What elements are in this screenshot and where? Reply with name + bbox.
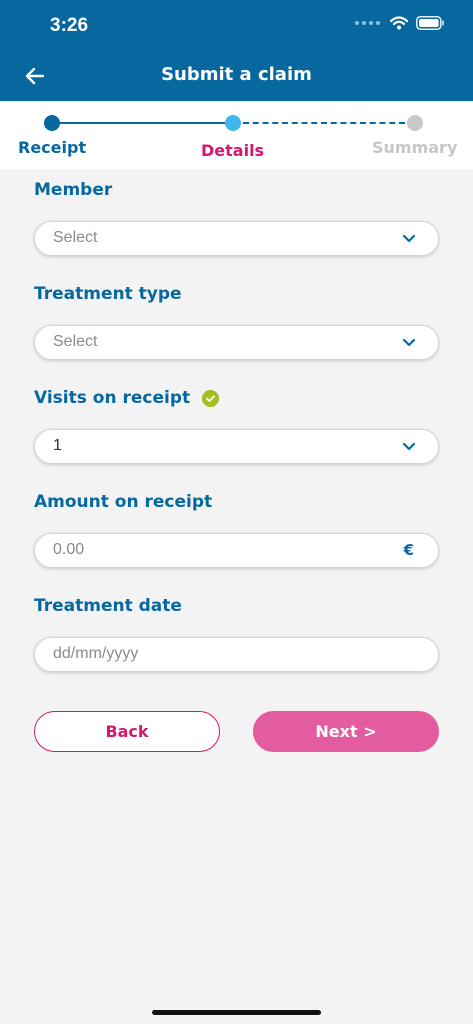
treatment-type-select[interactable]: Select [34,325,439,360]
app-header: 3:26 Submit a claim [0,0,473,101]
next-button[interactable]: Next > [253,711,439,752]
home-indicator[interactable] [152,1010,321,1015]
status-icons [355,16,445,30]
visits-label: Visits on receipt [34,388,191,408]
back-button[interactable]: Back [34,711,220,752]
status-time: 3:26 [50,15,89,36]
step-dot-details [225,115,241,131]
battery-icon [416,16,444,30]
amount-label: Amount on receipt [34,492,213,512]
page-title: Submit a claim [161,64,312,85]
chevron-down-icon [402,442,416,451]
treatment-date-label: Treatment date [34,596,182,616]
step-dot-receipt [44,115,60,131]
member-select-placeholder: Select [53,229,98,246]
treatment-type-label: Treatment type [34,284,182,304]
visits-value: 1 [53,437,62,454]
cellular-signal-icon [355,21,380,25]
check-circle-icon [202,390,219,407]
step-label-summary: Summary [372,138,458,157]
visits-select[interactable]: 1 [34,429,439,464]
step-dot-summary [407,115,423,131]
member-select[interactable]: Select [34,221,439,256]
wifi-icon [390,16,408,30]
amount-input[interactable]: 0.00 € [34,533,439,568]
treatment-type-placeholder: Select [53,333,98,350]
step-label-receipt: Receipt [18,138,87,157]
treatment-date-input[interactable]: dd/mm/yyyy [34,637,439,672]
progress-stepper: Receipt Details Summary [0,101,473,169]
euro-currency-symbol: € [403,541,414,559]
chevron-down-icon [402,234,416,243]
treatment-date-placeholder: dd/mm/yyyy [53,645,139,662]
amount-placeholder: 0.00 [53,541,85,558]
step-label-details: Details [201,141,265,160]
step-connector-completed [60,122,225,124]
member-label: Member [34,180,113,200]
step-connector-upcoming [243,122,405,124]
chevron-down-icon [402,338,416,347]
